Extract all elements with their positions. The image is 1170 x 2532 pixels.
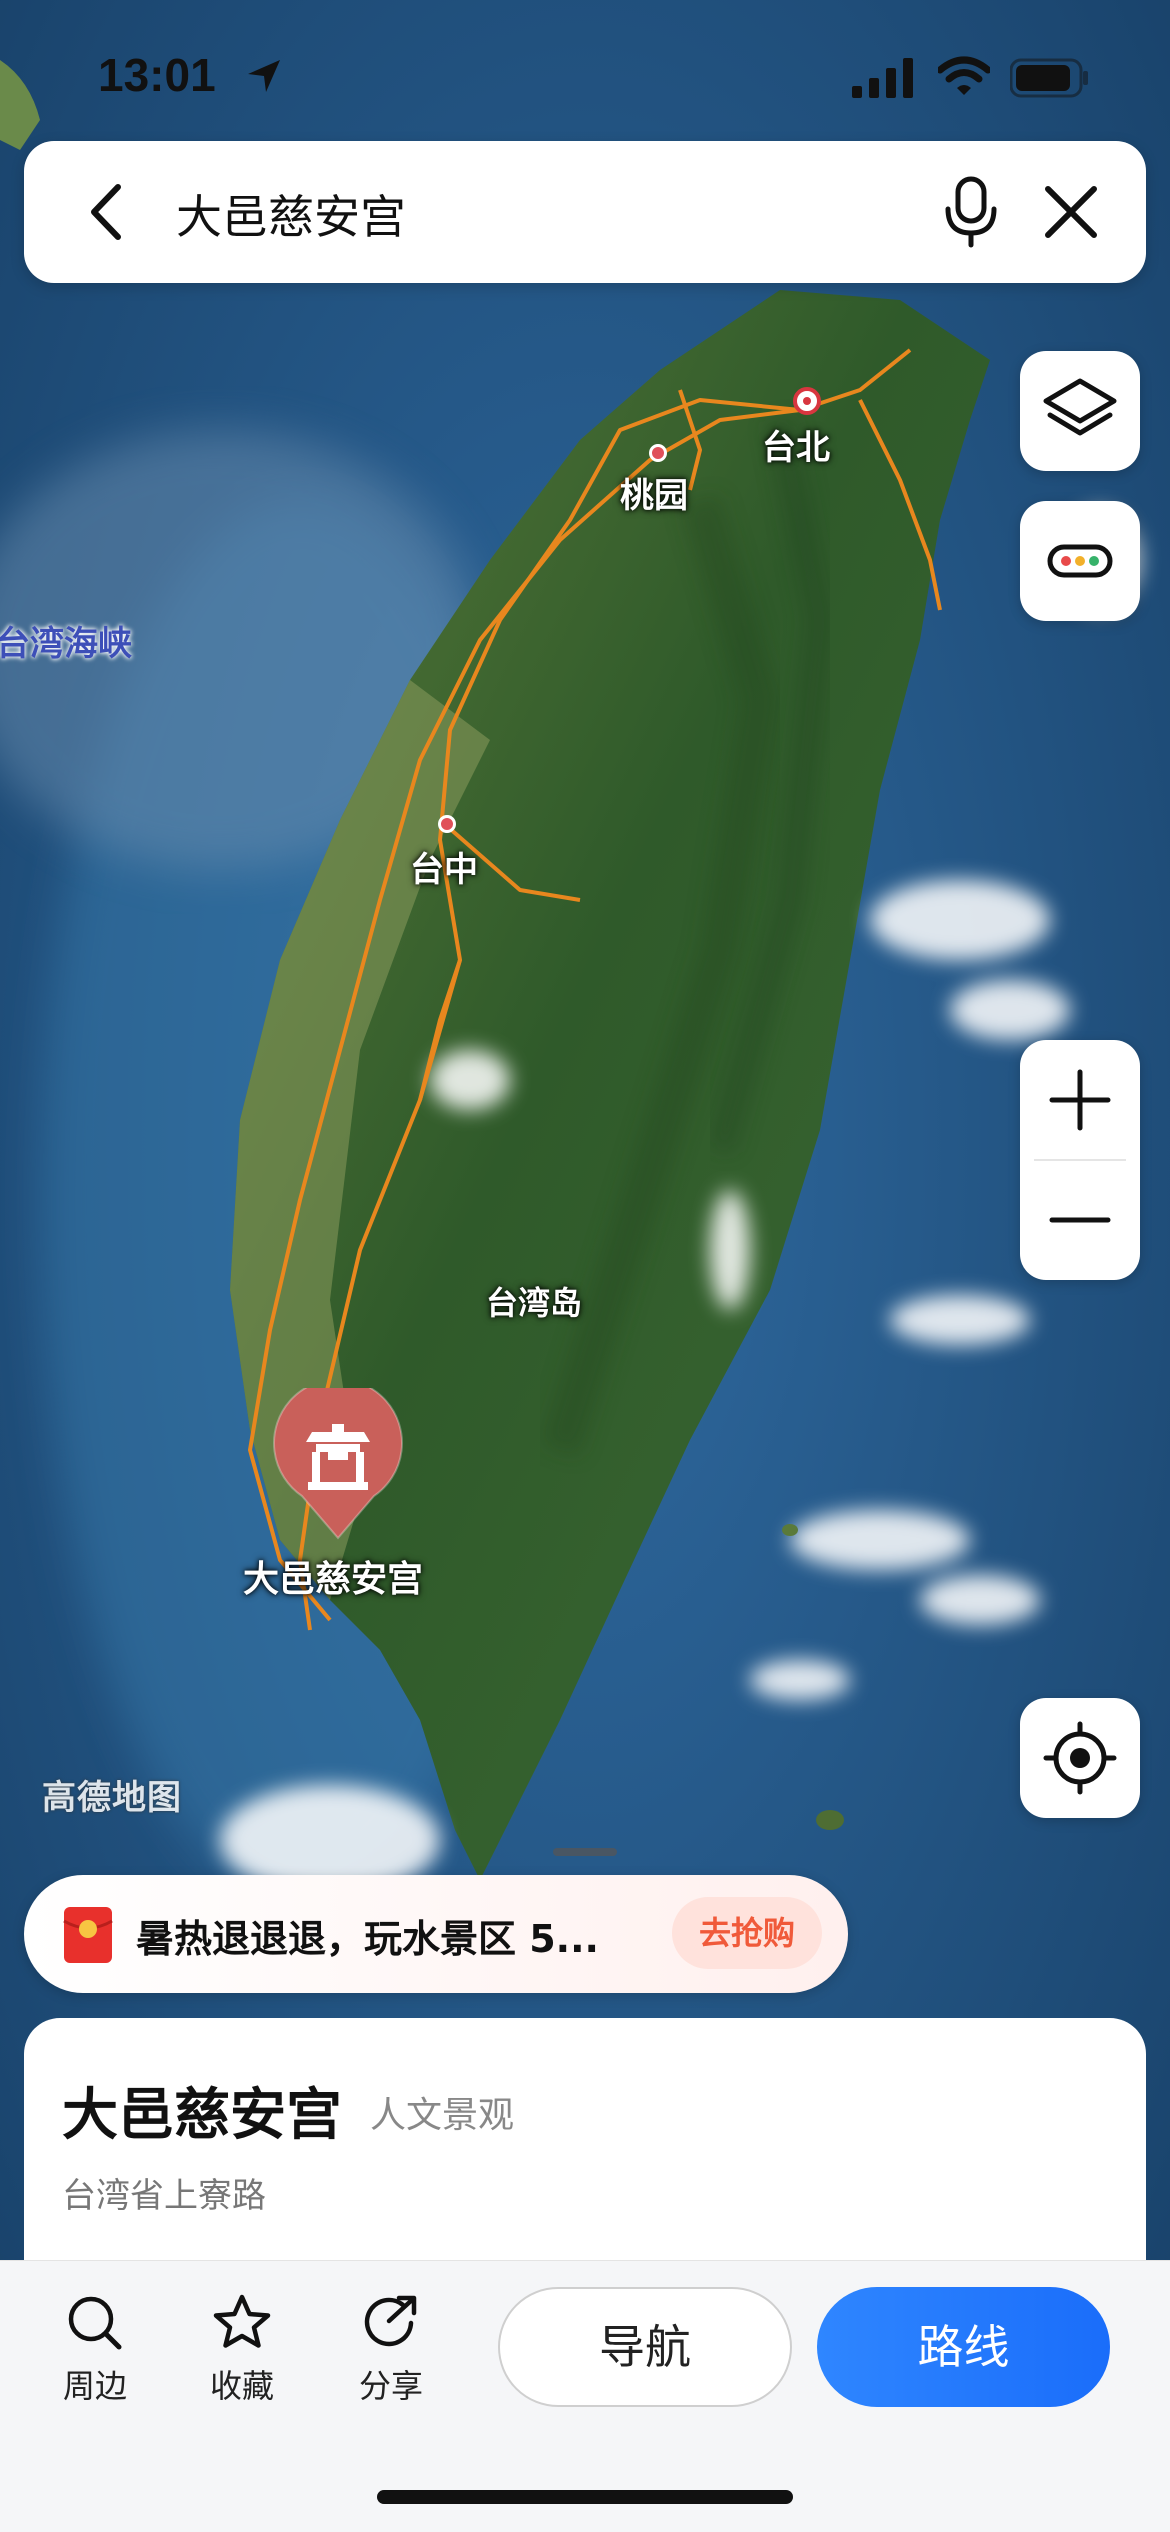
- search-query[interactable]: 大邑慈安宫: [176, 181, 406, 247]
- poi-pin[interactable]: [272, 1378, 404, 1548]
- taichung-label[interactable]: 台中: [410, 842, 478, 891]
- place-name: 大邑慈安宫: [62, 2083, 342, 2148]
- location-arrow-icon: [248, 60, 280, 92]
- amap-watermark: 高德地图: [42, 1778, 182, 1818]
- layers-button[interactable]: [1020, 351, 1140, 471]
- microphone-icon[interactable]: [934, 175, 1008, 249]
- share-label: 分享: [358, 2367, 423, 2405]
- zoom-in-icon: [1049, 1069, 1111, 1131]
- taiwan-island-label: 台湾岛: [486, 1284, 583, 1322]
- taoyuan-label[interactable]: 桃园: [620, 468, 688, 517]
- zoom-in-button[interactable]: [1020, 1040, 1140, 1160]
- favorite-button[interactable]: 收藏: [187, 2291, 297, 2411]
- status-time: 13:01: [98, 49, 216, 101]
- place-address: 台湾省上寮路: [62, 2176, 266, 2216]
- locate-button[interactable]: [1020, 1698, 1140, 1818]
- home-indicator[interactable]: [377, 2490, 793, 2504]
- locate-icon: [1043, 1721, 1117, 1795]
- battery-icon: [1010, 58, 1088, 98]
- share-button[interactable]: 分享: [336, 2291, 446, 2411]
- cellular-signal-icon: [852, 58, 913, 98]
- temple-icon: [273, 1378, 403, 1540]
- nearby-label: 周边: [62, 2367, 127, 2405]
- share-icon: [364, 2295, 417, 2347]
- status-bar: 13:01: [0, 0, 1170, 140]
- poi-label[interactable]: 大邑慈安宫: [243, 1550, 423, 1602]
- sheet-drag-handle[interactable]: [553, 1848, 617, 1856]
- taipei-label[interactable]: 台北: [762, 420, 830, 469]
- close-icon[interactable]: [1038, 179, 1104, 245]
- star-icon: [213, 2294, 271, 2348]
- route-button[interactable]: 路线: [817, 2287, 1110, 2407]
- layers-icon: [1043, 378, 1117, 436]
- red-envelope-icon: [63, 1907, 113, 1963]
- favorite-label: 收藏: [209, 2367, 274, 2405]
- taiwan-strait-label: 台湾海峡: [0, 624, 132, 664]
- toolbox-icon: [1047, 544, 1113, 578]
- promo-banner[interactable]: 暑热退退退，玩水景区 5... 去抢购: [24, 1875, 848, 1993]
- wifi-icon: [938, 56, 990, 95]
- navigate-button[interactable]: 导航: [498, 2287, 792, 2407]
- zoom-controls: [1020, 1040, 1140, 1280]
- taoyuan-marker[interactable]: [649, 444, 667, 462]
- promo-text: 暑热退退退，玩水景区 5...: [136, 1917, 599, 1961]
- zoom-out-button[interactable]: [1020, 1160, 1140, 1280]
- search-icon: [68, 2296, 122, 2350]
- taichung-marker[interactable]: [438, 815, 456, 833]
- back-arrow-icon[interactable]: [74, 179, 140, 245]
- toolbox-button[interactable]: [1020, 501, 1140, 621]
- place-category: 人文景观: [370, 2095, 515, 2136]
- nearby-button[interactable]: 周边: [40, 2291, 150, 2411]
- promo-buy-button[interactable]: 去抢购: [672, 1897, 822, 1969]
- taipei-marker[interactable]: [793, 387, 821, 415]
- zoom-out-icon: [1049, 1217, 1111, 1223]
- search-bar[interactable]: 大邑慈安宫: [24, 141, 1146, 283]
